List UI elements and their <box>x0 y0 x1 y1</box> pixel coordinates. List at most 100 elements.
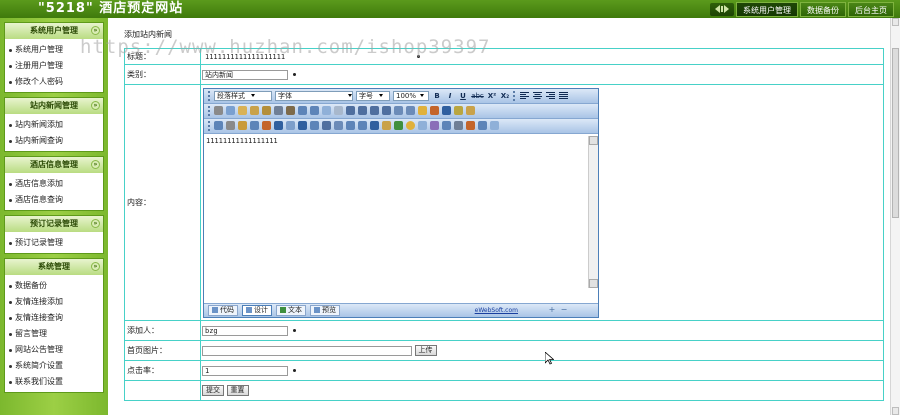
sidebar-item-change-password[interactable]: 修改个人密码 <box>5 74 103 90</box>
excel-icon[interactable] <box>442 121 451 130</box>
outdent-icon[interactable] <box>382 106 391 115</box>
symbol-icon[interactable] <box>394 121 403 130</box>
time-icon[interactable] <box>430 121 439 130</box>
sidebar-group-header[interactable]: 系统用户管理 » <box>5 23 103 39</box>
sidebar-item-registered-users[interactable]: 注册用户管理 <box>5 58 103 74</box>
clicks-input[interactable]: 1 <box>202 365 288 376</box>
mode-design-tab[interactable]: 设计 <box>242 304 272 316</box>
sidebar-item-about-settings[interactable]: 系统简介设置 <box>5 358 103 374</box>
link-icon[interactable] <box>370 121 379 130</box>
collapse-icon[interactable]: » <box>91 101 100 110</box>
ordered-list-icon[interactable] <box>346 106 355 115</box>
collapse-icon[interactable]: » <box>91 262 100 271</box>
image-path-input[interactable] <box>202 345 412 356</box>
sidebar-group-header[interactable]: 预订记录管理 » <box>5 216 103 232</box>
about-icon[interactable] <box>490 121 499 130</box>
submit-button[interactable]: 提交 <box>202 385 224 396</box>
collapse-icon[interactable]: » <box>91 160 100 169</box>
textbox-icon[interactable] <box>310 121 319 130</box>
fullscreen-icon[interactable] <box>478 121 487 130</box>
image-insert-icon[interactable] <box>214 121 223 130</box>
align-left-icon[interactable] <box>519 91 529 101</box>
sidebar-group-header[interactable]: 系统管理 » <box>5 259 103 275</box>
flash-icon[interactable] <box>454 106 463 115</box>
form-icon[interactable] <box>286 121 295 130</box>
shrink-icon[interactable]: − <box>560 305 568 313</box>
superscript-button[interactable]: X² <box>487 91 497 101</box>
indent-icon[interactable] <box>370 106 379 115</box>
bg-color-icon[interactable] <box>406 106 415 115</box>
media-icon[interactable] <box>466 106 475 115</box>
align-center-icon[interactable] <box>532 91 542 101</box>
table-insert-icon[interactable] <box>274 121 283 130</box>
unlink-icon[interactable] <box>382 121 391 130</box>
sidebar-item-announcements[interactable]: 网站公告管理 <box>5 342 103 358</box>
sidebar-item-booking-manage[interactable]: 预订记录管理 <box>5 235 103 251</box>
scroll-thumb[interactable] <box>892 48 899 218</box>
attach-icon[interactable] <box>238 121 247 130</box>
editor-brand-link[interactable]: eWebSoft.com <box>475 307 518 314</box>
pencil-icon[interactable] <box>226 121 235 130</box>
mode-text-tab[interactable]: 文本 <box>276 304 306 316</box>
italic-button[interactable]: I <box>445 91 455 101</box>
sidebar-group-header[interactable]: 酒店信息管理 » <box>5 157 103 173</box>
anchor-icon[interactable] <box>358 121 367 130</box>
nav-data-backup[interactable]: 数据备份 <box>800 1 846 17</box>
remove-format-icon[interactable] <box>334 106 343 115</box>
zoom-icon[interactable] <box>454 121 463 130</box>
zoom-select[interactable]: 100% <box>393 90 429 101</box>
sidebar-item-hotel-query[interactable]: 酒店信息查询 <box>5 192 103 208</box>
scroll-down-icon[interactable] <box>892 407 899 415</box>
hr-icon[interactable] <box>346 121 355 130</box>
cut-icon[interactable] <box>214 106 223 115</box>
format-select[interactable]: 段落样式 <box>214 90 272 101</box>
collapse-icon[interactable]: » <box>91 219 100 228</box>
expand-icon[interactable]: + <box>548 305 556 313</box>
category-input[interactable]: 站内新闻 <box>202 69 288 80</box>
align-right-icon[interactable] <box>545 91 555 101</box>
movie-icon[interactable] <box>262 121 271 130</box>
author-input[interactable]: bzg <box>202 325 288 336</box>
redo-icon[interactable] <box>310 106 319 115</box>
sidebar-group-header[interactable]: 站内新闻管理 » <box>5 98 103 114</box>
sidebar-item-contact-settings[interactable]: 联系我们设置 <box>5 374 103 390</box>
font-select[interactable]: 字体 <box>275 90 353 101</box>
marquee-icon[interactable] <box>334 121 343 130</box>
nav-admin-home[interactable]: 后台主页 <box>848 1 894 17</box>
editor-scrollbar[interactable] <box>588 135 598 288</box>
font-color-icon[interactable] <box>394 106 403 115</box>
preview-icon[interactable] <box>466 121 475 130</box>
scroll-up-icon[interactable] <box>892 18 899 26</box>
table-icon[interactable] <box>442 106 451 115</box>
bold-button[interactable]: B <box>432 91 442 101</box>
sound-icon[interactable] <box>250 121 259 130</box>
sidebar-item-news-add[interactable]: 站内新闻添加 <box>5 117 103 133</box>
paste-text-icon[interactable] <box>250 106 259 115</box>
undo-icon[interactable] <box>298 106 307 115</box>
paste-word-icon[interactable] <box>262 106 271 115</box>
reset-button[interactable]: 重置 <box>226 385 249 396</box>
editor-content-area[interactable]: 11111111111111111 <box>204 135 588 288</box>
button-insert-icon[interactable] <box>322 121 331 130</box>
align-justify-icon[interactable] <box>558 91 568 101</box>
strikethrough-button[interactable]: abc <box>471 91 484 101</box>
sidebar-item-system-user-manage[interactable]: 系统用户管理 <box>5 42 103 58</box>
emoticon-icon[interactable] <box>406 121 415 130</box>
sidebar-item-hotel-add[interactable]: 酒店信息添加 <box>5 176 103 192</box>
date-icon[interactable] <box>418 121 427 130</box>
title-input[interactable]: 1111111111111111111 <box>202 51 412 62</box>
copy-icon[interactable] <box>226 106 235 115</box>
paste-icon[interactable] <box>238 106 247 115</box>
sidebar-item-link-add[interactable]: 友情连接添加 <box>5 294 103 310</box>
sidebar-item-messages[interactable]: 留言管理 <box>5 326 103 342</box>
unordered-list-icon[interactable] <box>358 106 367 115</box>
underline-button[interactable]: U <box>458 91 468 101</box>
clear-format-icon[interactable] <box>286 106 295 115</box>
size-select[interactable]: 字号 <box>356 90 390 101</box>
highlight-icon[interactable] <box>418 106 427 115</box>
sidebar-item-news-query[interactable]: 站内新闻查询 <box>5 133 103 149</box>
textarea-icon[interactable] <box>298 121 307 130</box>
select-all-icon[interactable] <box>322 106 331 115</box>
scroll-up-icon[interactable] <box>589 135 598 145</box>
scroll-down-icon[interactable] <box>589 278 598 288</box>
